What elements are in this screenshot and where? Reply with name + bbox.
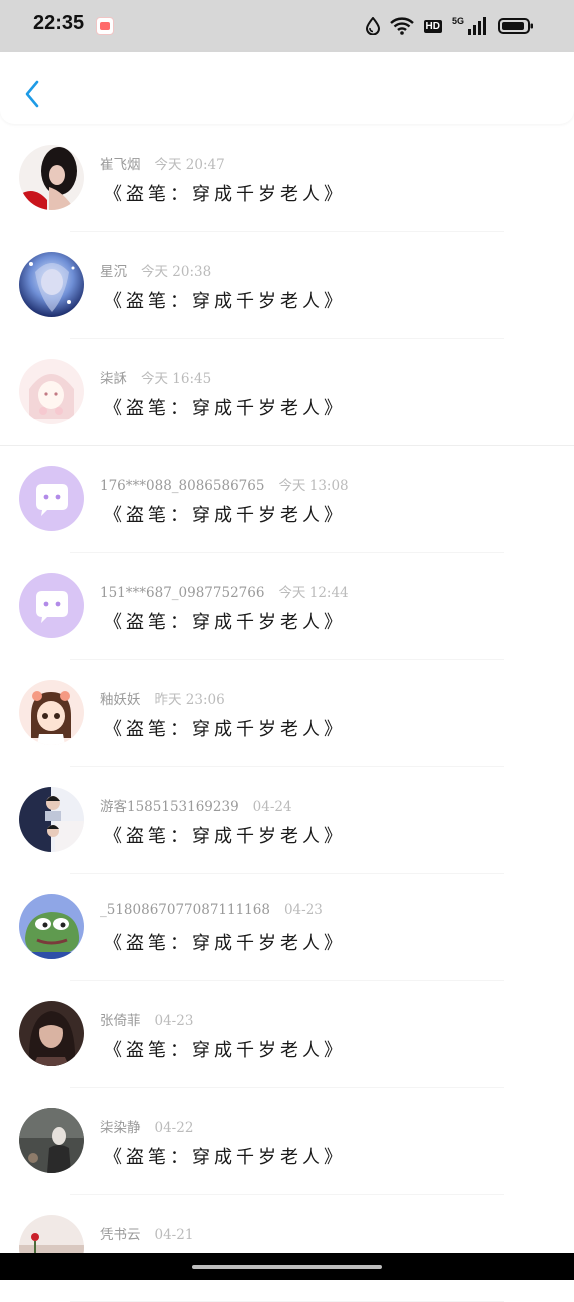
comment-time: 04-23	[283, 902, 323, 918]
status-icons: HD 5G	[365, 14, 534, 38]
comment-meta: _5180867077087111168 04-23	[100, 902, 323, 918]
avatar[interactable]	[19, 1108, 84, 1173]
comment-time: 今天 12:44	[278, 585, 349, 601]
list-item[interactable]: _5180867077087111168 04-23 《盗笔：穿成千岁老人》	[0, 874, 574, 981]
comment-text: 《盗笔：穿成千岁老人》	[104, 505, 346, 526]
user-name[interactable]: 151***687_0987752766	[100, 585, 264, 601]
comment-time: 04-21	[154, 1227, 194, 1243]
list-item[interactable]: 釉妖妖 昨天 23:06 《盗笔：穿成千岁老人》	[0, 660, 574, 767]
user-name[interactable]: 崔飞烟	[100, 157, 141, 173]
user-name[interactable]: 星沉	[100, 264, 127, 280]
default-avatar-icon	[19, 573, 84, 638]
comment-text: 《盗笔：穿成千岁老人》	[104, 933, 346, 954]
comment-text: 《盗笔：穿成千岁老人》	[104, 719, 346, 740]
list-item[interactable]: 151***687_0987752766 今天 12:44 《盗笔：穿成千岁老人》	[0, 553, 574, 660]
user-name[interactable]: 柒訸	[100, 371, 127, 387]
user-name[interactable]: 游客1585153169239	[100, 799, 239, 815]
comment-time: 04-23	[154, 1013, 194, 1029]
signal-icon	[468, 17, 486, 35]
data-saver-icon	[365, 17, 380, 35]
comment-time: 昨天 23:06	[154, 692, 225, 708]
list-item[interactable]: 凭书云 04-21	[0, 1195, 574, 1302]
battery-icon	[498, 18, 533, 34]
comment-time: 今天 16:45	[141, 371, 212, 387]
avatar[interactable]	[19, 573, 84, 638]
avatar[interactable]	[19, 894, 84, 959]
comment-meta: 176***088_8086586765 今天 13:08	[100, 474, 349, 494]
avatar[interactable]	[19, 787, 84, 852]
hd-voice-icon: HD	[423, 19, 442, 33]
comment-text: 《盗笔：穿成千岁老人》	[104, 398, 346, 419]
comment-text: 《盗笔：穿成千岁老人》	[104, 1147, 346, 1168]
list-item[interactable]: 星沉 今天 20:38 《盗笔：穿成千岁老人》	[0, 232, 574, 339]
wifi-icon	[389, 17, 414, 35]
comment-meta: 游客1585153169239 04-24	[100, 795, 292, 815]
list-item[interactable]: 崔飞烟 今天 20:47 《盗笔：穿成千岁老人》	[0, 125, 574, 232]
user-name[interactable]: 柒染静	[100, 1120, 141, 1136]
avatar[interactable]	[19, 145, 84, 210]
comment-list: 崔飞烟 今天 20:47 《盗笔：穿成千岁老人》 星沉 今天 20:38 《盗笔…	[0, 125, 574, 1302]
avatar[interactable]	[19, 466, 84, 531]
comment-meta: 凭书云 04-21	[100, 1223, 193, 1243]
user-name[interactable]: 176***088_8086586765	[100, 478, 264, 494]
list-item[interactable]: 柒染静 04-22 《盗笔：穿成千岁老人》	[0, 1088, 574, 1195]
list-item[interactable]: 柒訸 今天 16:45 《盗笔：穿成千岁老人》	[0, 339, 574, 446]
comment-text: 《盗笔：穿成千岁老人》	[104, 291, 346, 312]
system-navigation-bar	[0, 1253, 574, 1280]
avatar[interactable]	[19, 252, 84, 317]
status-time: 22:35	[33, 12, 85, 34]
comment-time: 04-22	[154, 1120, 194, 1136]
list-item[interactable]: 张倚菲 04-23 《盗笔：穿成千岁老人》	[0, 981, 574, 1088]
list-item[interactable]: 游客1585153169239 04-24 《盗笔：穿成千岁老人》	[0, 767, 574, 874]
comment-text: 《盗笔：穿成千岁老人》	[104, 184, 346, 205]
comment-meta: 星沉 今天 20:38	[100, 260, 211, 280]
comment-text: 《盗笔：穿成千岁老人》	[104, 1040, 346, 1061]
comment-meta: 柒訸 今天 16:45	[100, 367, 211, 387]
status-bar: 22:35 HD 5G	[0, 0, 574, 52]
avatar[interactable]	[19, 359, 84, 424]
default-avatar-icon	[19, 466, 84, 531]
comment-time: 今天 20:47	[154, 157, 225, 173]
comment-time: 今天 13:08	[278, 478, 349, 494]
back-button[interactable]	[18, 78, 46, 110]
avatar[interactable]	[19, 680, 84, 745]
comment-meta: 151***687_0987752766 今天 12:44	[100, 581, 349, 601]
comment-meta: 柒染静 04-22	[100, 1116, 193, 1136]
comment-text: 《盗笔：穿成千岁老人》	[104, 612, 346, 633]
network-type-label: 5G	[451, 15, 464, 26]
comment-time: 今天 20:38	[141, 264, 212, 280]
chevron-left-icon	[25, 80, 39, 108]
avatar[interactable]	[19, 1001, 84, 1066]
user-name[interactable]: 张倚菲	[100, 1013, 141, 1029]
comment-meta: 崔飞烟 今天 20:47	[100, 153, 225, 173]
comment-meta: 釉妖妖 昨天 23:06	[100, 688, 225, 708]
user-name[interactable]: 凭书云	[100, 1227, 141, 1243]
list-item[interactable]: 176***088_8086586765 今天 13:08 《盗笔：穿成千岁老人》	[0, 446, 574, 553]
comment-meta: 张倚菲 04-23	[100, 1009, 193, 1029]
comment-time: 04-24	[252, 799, 292, 815]
user-name[interactable]: 釉妖妖	[100, 692, 141, 708]
game-app-notification-icon	[96, 17, 114, 35]
user-name[interactable]: _5180867077087111168	[100, 902, 270, 918]
home-indicator[interactable]	[192, 1265, 382, 1269]
comment-text: 《盗笔：穿成千岁老人》	[104, 826, 346, 847]
top-nav-bar	[0, 52, 574, 124]
